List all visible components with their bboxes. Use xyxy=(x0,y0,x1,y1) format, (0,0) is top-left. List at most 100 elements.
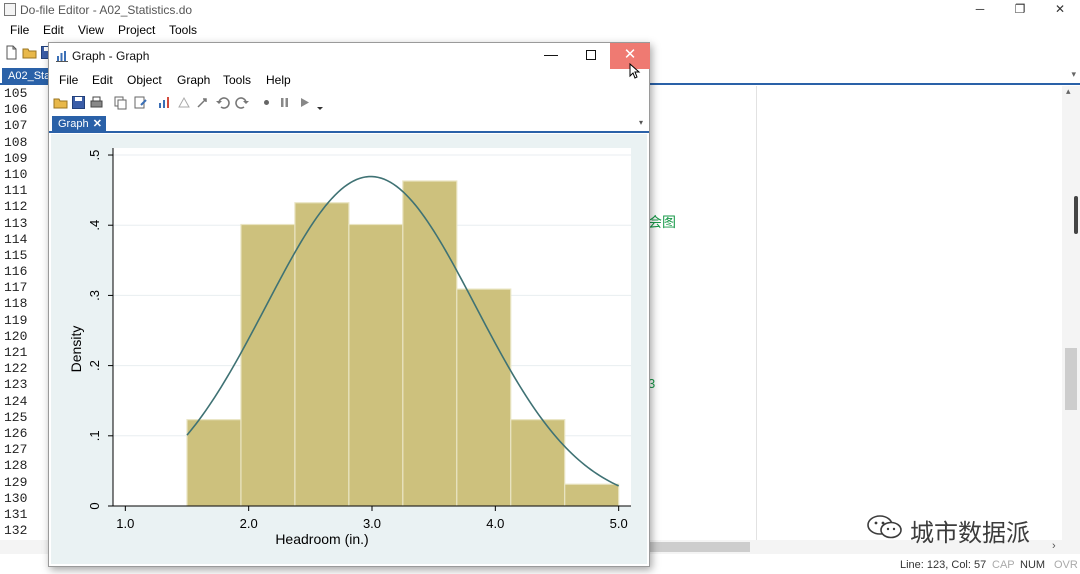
graph-menu-object[interactable]: Object xyxy=(127,73,162,87)
line-number: 109 xyxy=(4,150,28,166)
y-tick-label: .1 xyxy=(87,430,102,441)
record-icon[interactable] xyxy=(259,95,274,110)
close-tab-icon[interactable]: ✕ xyxy=(93,116,102,132)
graph-menu-file[interactable]: File xyxy=(59,73,78,87)
tab-list-dropdown-icon[interactable]: ▾ xyxy=(639,118,643,127)
editor-menubar: File Edit View Project Tools xyxy=(0,21,1080,41)
rename-graph-icon[interactable] xyxy=(133,95,148,110)
x-tick-label: 1.0 xyxy=(116,516,134,531)
wechat-icon xyxy=(867,515,902,539)
editor-title: Do-file Editor - A02_Statistics.do xyxy=(20,3,193,17)
editor-restore-button[interactable]: ❐ xyxy=(1000,0,1040,20)
graph-minimize-button[interactable]: — xyxy=(529,43,573,67)
graph-tab-label: Graph xyxy=(58,118,89,130)
x-tick-label: 2.0 xyxy=(240,516,258,531)
graph-menu-graph[interactable]: Graph xyxy=(177,73,210,87)
x-tick-label: 4.0 xyxy=(486,516,504,531)
line-number: 128 xyxy=(4,458,28,474)
vertical-scroll-thumb[interactable] xyxy=(1065,348,1077,410)
graph-menu-tools[interactable]: Tools xyxy=(223,73,251,87)
editor-margin-line xyxy=(756,86,757,540)
play-icon[interactable] xyxy=(297,95,312,110)
line-number: 130 xyxy=(4,490,28,506)
line-number: 110 xyxy=(4,166,28,182)
histogram-bar xyxy=(348,223,404,507)
maximize-icon xyxy=(586,50,596,60)
y-tick-label: 0 xyxy=(87,502,102,509)
editor-close-button[interactable]: ✕ xyxy=(1040,0,1080,20)
scroll-position-marker xyxy=(1074,196,1078,234)
editor-menu-edit[interactable]: Edit xyxy=(43,23,64,37)
graph-window: Graph - Graph — ✕ File Edit Object Graph… xyxy=(48,42,650,567)
y-tick-label: .5 xyxy=(87,150,102,161)
line-number: 106 xyxy=(4,102,28,118)
editor-vertical-scrollbar[interactable]: ▴ xyxy=(1062,86,1080,540)
graph-tabbar: Graph ✕ ▾ xyxy=(49,115,649,133)
num-indicator: NUM xyxy=(1020,559,1046,571)
y-tick-label: .3 xyxy=(87,290,102,301)
save-graph-icon[interactable] xyxy=(71,95,86,110)
y-tick-label: .4 xyxy=(87,220,102,231)
graph-toolbar xyxy=(49,92,649,114)
line-number: 115 xyxy=(4,247,28,263)
editor-menu-tools[interactable]: Tools xyxy=(169,23,197,37)
line-number: 132 xyxy=(4,523,28,539)
line-number: 112 xyxy=(4,199,28,215)
line-number: 131 xyxy=(4,506,28,522)
editor-menu-project[interactable]: Project xyxy=(118,23,155,37)
line-number: 116 xyxy=(4,264,28,280)
line-number: 126 xyxy=(4,425,28,441)
pointer-tool-icon[interactable] xyxy=(195,95,210,110)
editor-tab-file[interactable]: A02_Statistics.do xyxy=(2,68,54,85)
scroll-right-icon[interactable]: › xyxy=(1052,540,1056,552)
watermark-text: 城市数据派 xyxy=(910,519,1030,547)
editor-menu-view[interactable]: View xyxy=(78,23,104,37)
editor-menu-file[interactable]: File xyxy=(10,23,29,37)
histogram-bar xyxy=(186,419,242,507)
x-tick-label: 5.0 xyxy=(610,516,628,531)
line-number: 120 xyxy=(4,328,28,344)
caps-indicator: CAP xyxy=(992,559,1015,571)
x-tick-label: 3.0 xyxy=(363,516,381,531)
line-number: 121 xyxy=(4,345,28,360)
undo-icon[interactable] xyxy=(215,95,230,110)
add-object-icon[interactable] xyxy=(177,95,192,110)
y-tick-label: .2 xyxy=(87,360,102,371)
graph-menu-help[interactable]: Help xyxy=(266,73,291,87)
line-number: 113 xyxy=(4,215,28,231)
do-file-icon xyxy=(4,3,16,16)
line-number: 125 xyxy=(4,409,28,425)
line-number-gutter: 105 106 107 108 109 110 111 112 113 114 115 116 117 1… xyxy=(0,86,48,546)
overwrite-indicator: OVR xyxy=(1054,559,1078,571)
copy-icon[interactable] xyxy=(113,95,128,110)
line-number: 117 xyxy=(4,280,28,296)
y-axis-title: Density xyxy=(68,326,84,373)
graph-menubar: File Edit Object Graph Tools Help xyxy=(49,71,649,91)
play-dropdown-icon[interactable] xyxy=(313,98,328,113)
graph-window-title: Graph - Graph xyxy=(72,49,150,63)
scroll-up-icon[interactable]: ▴ xyxy=(1066,86,1071,97)
horizontal-scroll-thumb[interactable] xyxy=(650,542,750,552)
code-comment-fragment[interactable]: 会图 xyxy=(648,212,676,232)
tab-dropdown-icon[interactable]: ▾ xyxy=(1071,69,1076,80)
editor-minimize-button[interactable]: ─ xyxy=(960,0,1000,20)
graph-region: 0 .1 .2 .3 .4 .5 1.0 2.0 3.0 4.0 5.0 Headroom (in.)… xyxy=(51,134,647,564)
graph-tab[interactable]: Graph ✕ xyxy=(52,116,106,133)
graph-menu-edit[interactable]: Edit xyxy=(92,73,113,87)
histogram-bar xyxy=(294,202,350,507)
print-icon[interactable] xyxy=(89,95,104,110)
line-number: 114 xyxy=(4,231,28,247)
line-number: 105 xyxy=(4,86,28,101)
line-number: 119 xyxy=(4,312,28,328)
redo-icon[interactable] xyxy=(235,95,250,110)
editor-titlebar: Do-file Editor - A02_Statistics.do ─ ❐ ✕ xyxy=(0,0,1080,20)
open-folder-icon[interactable] xyxy=(22,45,37,60)
histogram-bar xyxy=(564,483,620,507)
new-file-icon[interactable] xyxy=(4,45,19,60)
line-number: 118 xyxy=(4,296,28,312)
graph-editor-icon[interactable] xyxy=(157,95,172,110)
line-number: 129 xyxy=(4,474,28,490)
graph-titlebar[interactable]: Graph - Graph — ✕ xyxy=(49,43,650,79)
open-graph-icon[interactable] xyxy=(53,95,68,110)
pause-icon[interactable] xyxy=(277,95,292,110)
